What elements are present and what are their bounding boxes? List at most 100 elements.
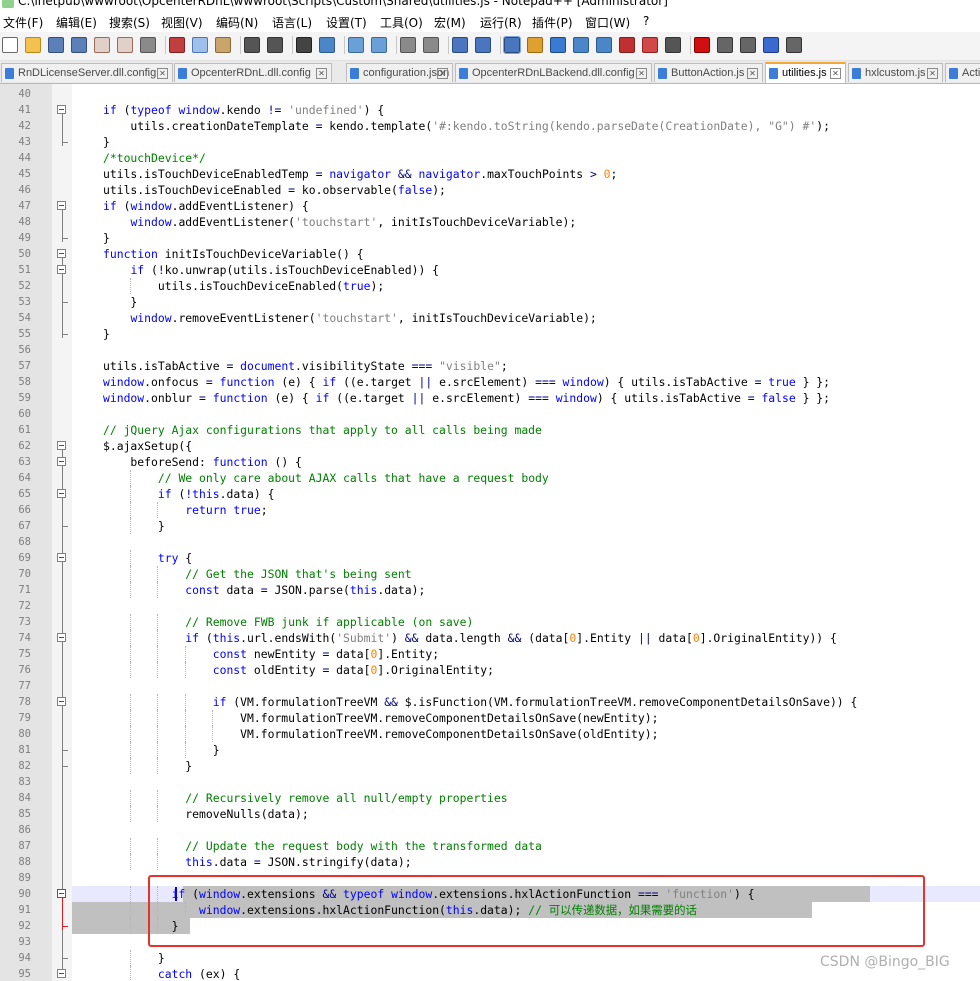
code-editor[interactable]: 40 41 if (typeof window.kendo != 'undefine… [0, 84, 980, 981]
menu-item[interactable]: 编码(N) [216, 14, 258, 31]
code-text[interactable]: const data = JSON.parse(this.data); [103, 582, 425, 598]
code-text[interactable]: catch (ex) { [103, 966, 240, 981]
menu-item[interactable]: 视图(V) [161, 14, 203, 31]
code-text[interactable]: try { [103, 550, 192, 566]
close-all-icon[interactable] [117, 37, 133, 53]
code-text[interactable]: utils.isTouchDeviceEnabled = ko.observab… [103, 182, 446, 198]
zoom-out-icon[interactable] [371, 37, 387, 53]
code-text[interactable]: this.data = JSON.stringify(data); [103, 854, 411, 870]
code-text[interactable]: } [103, 758, 192, 774]
show-all-chars-icon[interactable] [475, 37, 491, 53]
code-text[interactable]: } [103, 518, 165, 534]
menu-item[interactable]: ? [643, 14, 649, 28]
code-text[interactable]: // Recursively remove all null/empty pro… [103, 790, 507, 806]
record-macro-icon[interactable] [694, 37, 710, 53]
code-text[interactable]: } [103, 950, 165, 966]
code-text[interactable]: VM.formulationTreeVM.removeComponentDeta… [103, 710, 658, 726]
tab-close-icon[interactable]: ✕ [157, 68, 168, 79]
copy-icon[interactable] [192, 37, 208, 53]
fold-toggle-icon[interactable] [57, 553, 66, 562]
save-all-icon[interactable] [71, 37, 87, 53]
udl-icon[interactable] [527, 37, 543, 53]
code-text[interactable]: } [103, 230, 110, 246]
open-file-icon[interactable] [25, 37, 41, 53]
play-macro-multiple-icon[interactable] [763, 37, 779, 53]
menu-item[interactable]: 插件(P) [532, 14, 573, 31]
play-macro-icon[interactable] [740, 37, 756, 53]
cut-icon[interactable] [169, 37, 185, 53]
code-text[interactable]: VM.formulationTreeVM.removeComponentDeta… [103, 726, 658, 742]
save-icon[interactable] [48, 37, 64, 53]
code-text[interactable]: const oldEntity = data[0].OriginalEntity… [103, 662, 494, 678]
fold-toggle-icon[interactable] [57, 889, 66, 898]
sync-vertical-icon[interactable] [400, 37, 416, 53]
find-icon[interactable] [296, 37, 312, 53]
fold-toggle-icon[interactable] [57, 201, 66, 210]
fold-toggle-icon[interactable] [57, 105, 66, 114]
code-text[interactable]: utils.creationDateTemplate = kendo.templ… [103, 118, 830, 134]
code-text[interactable]: if (VM.formulationTreeVM && $.isFunction… [103, 694, 858, 710]
code-text[interactable]: // Remove FWB junk if applicable (on sav… [103, 614, 473, 630]
print-icon[interactable] [140, 37, 156, 53]
code-text[interactable]: window.onfocus = function (e) { if ((e.t… [103, 374, 830, 390]
tab-utilities-js[interactable]: utilities.js ✕ [765, 62, 846, 83]
fold-toggle-icon[interactable] [57, 697, 66, 706]
code-text[interactable]: } [103, 294, 137, 310]
code-text[interactable]: window.addEventListener('touchstart', in… [103, 214, 576, 230]
code-text[interactable]: return true; [103, 502, 267, 518]
code-text[interactable]: utils.isTabActive = document.visibilityS… [103, 358, 508, 374]
fold-toggle-icon[interactable] [57, 265, 66, 274]
replace-icon[interactable] [319, 37, 335, 53]
code-text[interactable]: } [103, 742, 220, 758]
tab-close-icon[interactable]: ✕ [927, 68, 938, 79]
close-icon[interactable] [94, 37, 110, 53]
code-text[interactable]: /*touchDevice*/ [103, 150, 206, 166]
doc-switcher-icon[interactable] [642, 37, 658, 53]
redo-icon[interactable] [267, 37, 283, 53]
tab-close-icon[interactable]: ✕ [636, 68, 647, 79]
menu-item[interactable]: 宏(M) [434, 14, 466, 31]
fold-toggle-icon[interactable] [57, 457, 66, 466]
menu-item[interactable]: 文件(F) [3, 14, 43, 31]
code-text[interactable]: utils.isTouchDeviceEnabled(true); [103, 278, 384, 294]
fold-toggle-icon[interactable] [57, 969, 66, 978]
word-wrap-icon[interactable] [452, 37, 468, 53]
fold-toggle-icon[interactable] [57, 489, 66, 498]
fold-toggle-icon[interactable] [57, 633, 66, 642]
tab-configuration-json[interactable]: configuration.json ✕ [346, 63, 453, 82]
code-text[interactable]: // jQuery Ajax configurations that apply… [103, 422, 542, 438]
paste-icon[interactable] [215, 37, 231, 53]
tab-rndlicenseserver-dll-config[interactable]: RnDLicenseServer.dll.config ✕ [1, 63, 173, 82]
menu-item[interactable]: 语言(L) [272, 14, 312, 31]
undo-icon[interactable] [244, 37, 260, 53]
code-text[interactable]: // Update the request body with the tran… [103, 838, 542, 854]
code-text[interactable]: $.ajaxSetup({ [103, 438, 192, 454]
code-text[interactable]: if (this.url.endsWith('Submit') && data.… [103, 630, 837, 646]
code-text[interactable]: utils.isTouchDeviceEnabledTemp = navigat… [103, 166, 617, 182]
code-text[interactable]: } [103, 326, 110, 342]
zoom-in-icon[interactable] [348, 37, 364, 53]
code-text[interactable]: const newEntity = data[0].Entity; [103, 646, 439, 662]
code-text[interactable]: if (!this.data) { [103, 486, 275, 502]
tab-opcenterrdnlbackend-dll-config[interactable]: OpcenterRDnLBackend.dll.config ✕ [455, 63, 652, 82]
code-text[interactable]: window.removeEventListener('touchstart',… [103, 310, 596, 326]
stop-macro-icon[interactable] [717, 37, 733, 53]
code-text[interactable]: } [103, 134, 110, 150]
sync-horizontal-icon[interactable] [423, 37, 439, 53]
function-list-icon[interactable] [573, 37, 589, 53]
new-file-icon[interactable] [2, 37, 18, 53]
code-text[interactable]: beforeSend: function () { [103, 454, 301, 470]
monitoring-icon[interactable] [619, 37, 635, 53]
tab-close-icon[interactable]: ✕ [316, 68, 327, 79]
tab-buttonaction-js[interactable]: ButtonAction.js ✕ [654, 63, 763, 82]
folder-workspace-icon[interactable] [596, 37, 612, 53]
tab-hxlcustom-js[interactable]: hxlcustom.js ✕ [848, 63, 943, 82]
code-text[interactable]: if (!ko.unwrap(utils.isTouchDeviceEnable… [103, 262, 439, 278]
menu-item[interactable]: 搜索(S) [109, 14, 150, 31]
fold-toggle-icon[interactable] [57, 441, 66, 450]
code-text[interactable]: if (typeof window.kendo != 'undefined') … [103, 102, 384, 118]
menu-item[interactable]: 设置(T) [326, 14, 367, 31]
fold-toggle-icon[interactable] [57, 249, 66, 258]
eye-icon[interactable] [665, 37, 681, 53]
code-text[interactable]: function initIsTouchDeviceVariable() { [103, 246, 364, 262]
